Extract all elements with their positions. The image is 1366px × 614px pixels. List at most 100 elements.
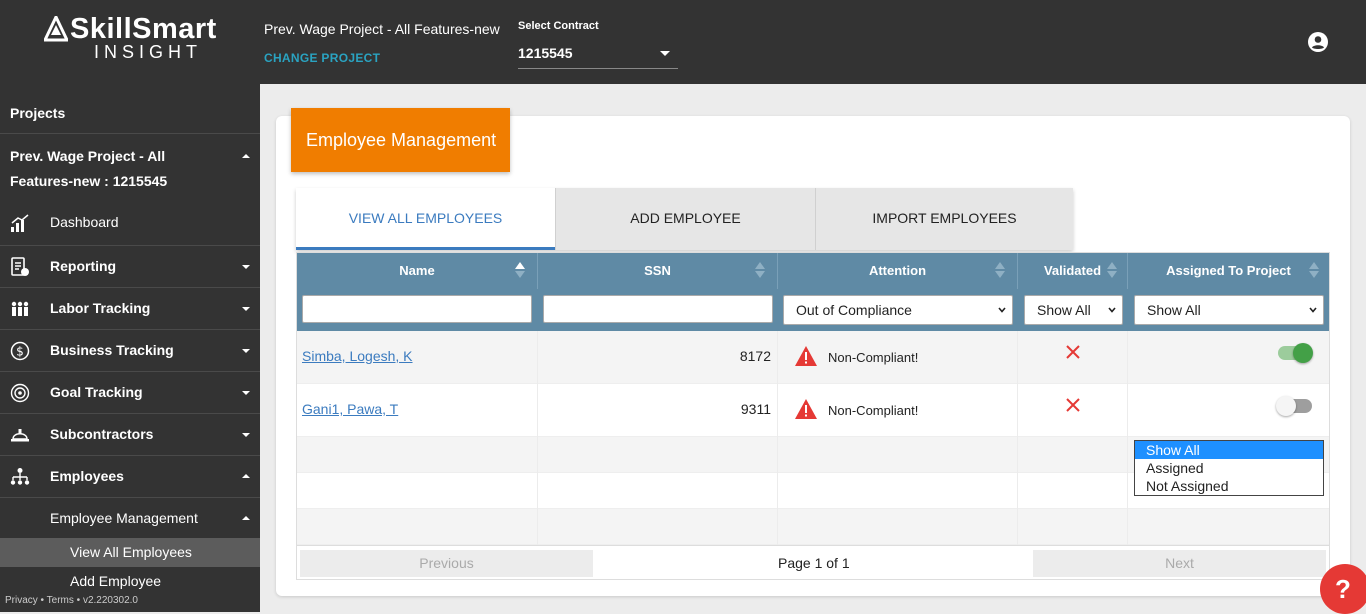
validated-cell xyxy=(1018,384,1128,437)
page-indicator: Page 1 of 1 xyxy=(778,555,850,571)
labor-icon xyxy=(11,301,29,316)
sidebar-item-label: Labor Tracking xyxy=(50,300,151,316)
chevron-up-icon xyxy=(242,516,250,520)
sort-icon[interactable] xyxy=(995,261,1005,279)
tab-import-employees[interactable]: IMPORT EMPLOYEES xyxy=(815,188,1073,250)
sidebar-item-label: Reporting xyxy=(50,258,117,274)
ssn-filter-input[interactable] xyxy=(543,295,773,323)
table-row: Simba, Logesh, K 8172 Non-Compliant! xyxy=(297,331,1329,384)
assigned-filter-select[interactable]: Show All xyxy=(1134,295,1324,325)
dropdown-option-assigned[interactable]: Assigned xyxy=(1135,459,1323,477)
column-header-ssn[interactable]: SSN xyxy=(538,253,778,289)
change-project-link[interactable]: CHANGE PROJECT xyxy=(264,51,380,65)
pagination: Previous Page 1 of 1 Next xyxy=(297,545,1329,579)
contract-value: 1215545 xyxy=(518,45,573,61)
ssn-cell: 9311 xyxy=(538,384,778,437)
tab-view-all-employees[interactable]: VIEW ALL EMPLOYEES xyxy=(296,188,555,250)
account-icon[interactable] xyxy=(1308,32,1328,52)
assigned-toggle[interactable] xyxy=(1278,343,1313,363)
sidebar-item-add-employee[interactable]: Add Employee xyxy=(70,573,161,589)
sidebar-item-goal-tracking[interactable]: Goal Tracking xyxy=(0,371,260,413)
empty-cell xyxy=(538,437,778,473)
sidebar-item-labor-tracking[interactable]: Labor Tracking xyxy=(0,287,260,329)
column-header-attention[interactable]: Attention xyxy=(778,253,1018,289)
name-filter-input[interactable] xyxy=(302,295,532,323)
sidebar-item-business-tracking[interactable]: $ Business Tracking xyxy=(0,329,260,371)
contract-select[interactable]: 1215545 xyxy=(518,40,678,69)
sidebar-footer[interactable]: Privacy • Terms • v2.220302.0 xyxy=(5,595,138,606)
sidebar-item-reporting[interactable]: Reporting xyxy=(0,245,260,287)
tab-bar: VIEW ALL EMPLOYEES ADD EMPLOYEE IMPORT E… xyxy=(296,188,1073,250)
previous-button[interactable]: Previous xyxy=(300,550,593,577)
toggle-knob xyxy=(1276,396,1296,416)
chevron-down-icon xyxy=(1309,307,1317,313)
svg-text:$: $ xyxy=(16,345,24,359)
sort-icon[interactable] xyxy=(755,261,765,279)
sidebar-project-name[interactable]: Prev. Wage Project - All Features-new : … xyxy=(10,144,225,194)
sidebar-item-label: Subcontractors xyxy=(50,426,154,442)
dropdown-option-show-all[interactable]: Show All xyxy=(1135,441,1323,459)
logo-sub-text: INSIGHT xyxy=(94,42,203,62)
sidebar-item-dashboard[interactable]: Dashboard xyxy=(0,201,260,243)
attention-cell: Non-Compliant! xyxy=(778,331,1018,384)
select-value: Out of Compliance xyxy=(796,302,912,318)
chevron-down-icon xyxy=(242,433,250,437)
chevron-up-icon xyxy=(242,474,250,478)
empty-row xyxy=(297,509,1329,545)
ssn-value: 9311 xyxy=(740,401,771,417)
empty-cell xyxy=(538,509,778,545)
ssn-cell: 8172 xyxy=(538,331,778,384)
column-label: Assigned To Project xyxy=(1166,263,1291,278)
sidebar: Projects Prev. Wage Project - All Featur… xyxy=(0,84,260,612)
employee-name-link[interactable]: Simba, Logesh, K xyxy=(302,348,413,364)
sort-icon[interactable] xyxy=(1309,261,1319,279)
sidebar-item-employees[interactable]: Employees xyxy=(0,455,260,497)
hardhat-icon xyxy=(11,429,29,442)
help-icon: ? xyxy=(1335,574,1351,604)
column-label: Name xyxy=(399,263,435,278)
sort-icon[interactable] xyxy=(515,261,525,279)
logo-triangle-icon xyxy=(44,16,68,42)
assigned-toggle[interactable] xyxy=(1276,396,1312,416)
sidebar-item-label: View All Employees xyxy=(70,544,192,560)
sidebar-item-subcontractors[interactable]: Subcontractors xyxy=(0,413,260,455)
next-button[interactable]: Next xyxy=(1033,550,1326,577)
dashboard-icon xyxy=(11,214,29,232)
sort-icon[interactable] xyxy=(1107,261,1117,279)
warning-icon xyxy=(795,346,817,366)
column-header-assigned[interactable]: Assigned To Project xyxy=(1128,253,1329,289)
chevron-up-icon[interactable] xyxy=(242,154,250,158)
target-icon xyxy=(10,383,30,403)
page-title: Employee Management xyxy=(291,108,510,172)
column-header-name[interactable]: Name xyxy=(297,253,538,289)
ssn-value: 8172 xyxy=(739,348,771,364)
sidebar-item-view-all-employees[interactable]: View All Employees xyxy=(0,538,260,567)
tab-add-employee[interactable]: ADD EMPLOYEE xyxy=(555,188,815,250)
empty-cell xyxy=(778,509,1018,545)
validated-filter-select[interactable]: Show All xyxy=(1024,295,1123,325)
divider xyxy=(0,133,260,134)
dropdown-option-not-assigned[interactable]: Not Assigned xyxy=(1135,477,1323,495)
empty-cell xyxy=(297,437,538,473)
chevron-down-icon xyxy=(242,265,250,269)
sidebar-item-employee-management[interactable]: Employee Management xyxy=(0,497,260,539)
empty-cell xyxy=(538,473,778,509)
column-label: SSN xyxy=(644,263,671,278)
assigned-dropdown-list: Show All Assigned Not Assigned xyxy=(1134,440,1324,496)
column-header-validated[interactable]: Validated xyxy=(1018,253,1128,289)
empty-cell xyxy=(778,473,1018,509)
column-label: Attention xyxy=(868,263,927,278)
project-title: Prev. Wage Project - All Features-new xyxy=(264,21,500,37)
help-button[interactable]: ? xyxy=(1320,564,1366,614)
top-bar: SkillSmart INSIGHT Prev. Wage Project - … xyxy=(0,0,1366,84)
sidebar-item-label: Employees xyxy=(50,468,124,484)
attention-filter-select[interactable]: Out of Compliance xyxy=(783,295,1013,325)
logo-main-text: SkillSmart xyxy=(70,13,217,45)
grid-header: Name SSN Attention Validated Assigned To… xyxy=(297,253,1329,331)
warning-icon xyxy=(795,399,817,419)
chevron-down-icon xyxy=(998,307,1006,313)
logo[interactable]: SkillSmart INSIGHT xyxy=(44,14,217,63)
chevron-down-icon xyxy=(242,391,250,395)
empty-cell xyxy=(778,437,1018,473)
employee-name-link[interactable]: Gani1, Pawa, T xyxy=(302,401,398,417)
